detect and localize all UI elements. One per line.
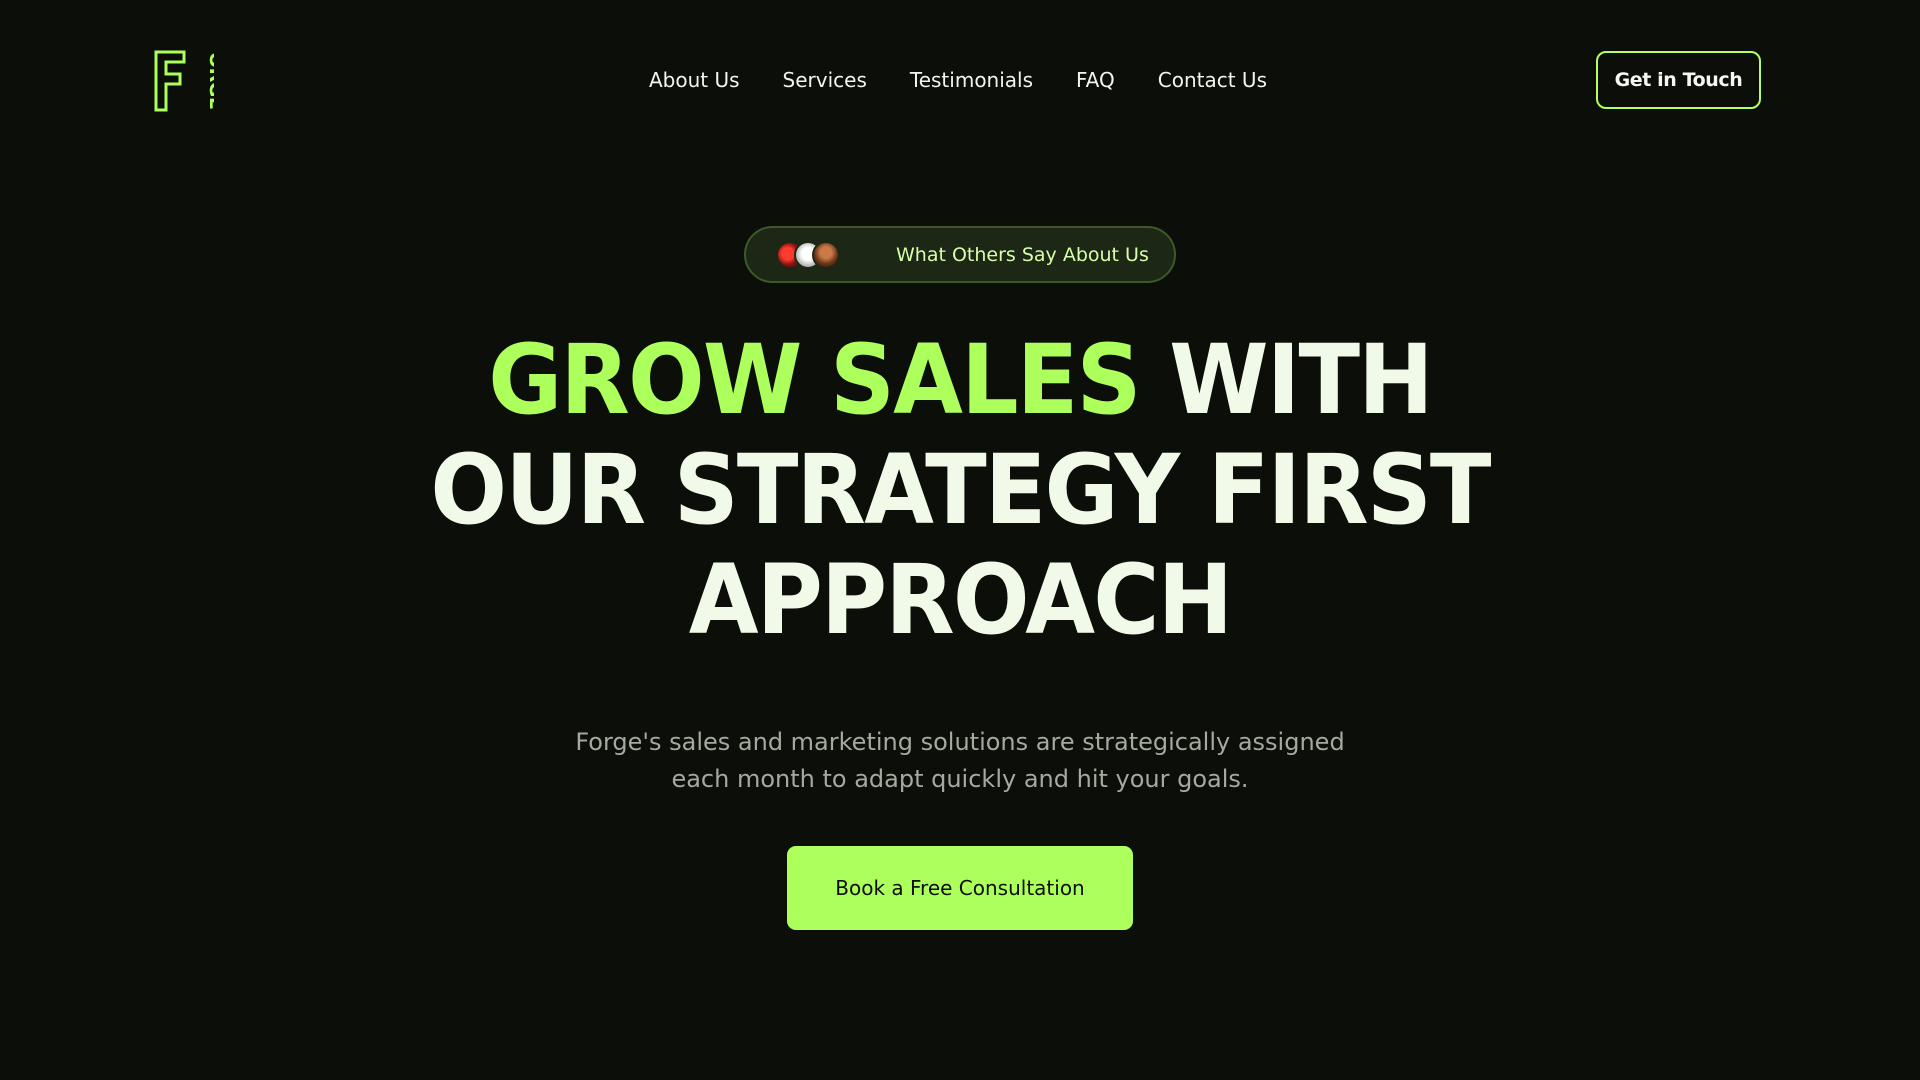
headline-line-1: GROW SALES WITH <box>58 325 1863 435</box>
avatar <box>812 240 840 269</box>
forge-logo[interactable]: ORGE <box>154 50 214 112</box>
nav-contact-us[interactable]: Contact Us <box>1158 64 1267 96</box>
avatar-stack <box>776 238 856 272</box>
logo-wordmark: ORGE <box>205 52 214 109</box>
nav-testimonials[interactable]: Testimonials <box>910 64 1033 96</box>
testimonials-pill[interactable]: What Others Say About Us <box>744 226 1176 283</box>
subtitle-line-2: each month to adapt quickly and hit your… <box>671 765 1249 793</box>
headline-line-3: APPROACH <box>688 544 1233 656</box>
hero-headline: GROW SALES WITH OUR STRATEGY FIRST APPRO… <box>58 325 1863 655</box>
book-consultation-button[interactable]: Book a Free Consultation <box>787 846 1133 930</box>
headline-accent: GROW SALES <box>488 324 1141 436</box>
headline-line-1-rest: WITH <box>1169 324 1434 436</box>
subtitle-line-1: Forge's sales and marketing solutions ar… <box>575 728 1345 756</box>
nav-faq[interactable]: FAQ <box>1076 64 1115 96</box>
get-in-touch-button[interactable]: Get in Touch <box>1596 51 1761 109</box>
nav-about-us[interactable]: About Us <box>649 64 740 96</box>
headline-line-2: OUR STRATEGY FIRST <box>430 434 1491 546</box>
nav-links: About Us Services Testimonials FAQ Conta… <box>649 64 1267 96</box>
nav-services[interactable]: Services <box>783 64 867 96</box>
landing-page: ORGE About Us Services Testimonials FAQ … <box>0 0 1920 1080</box>
hero-subtitle: Forge's sales and marketing solutions ar… <box>460 724 1460 798</box>
testimonials-pill-label: What Others Say About Us <box>896 243 1149 266</box>
